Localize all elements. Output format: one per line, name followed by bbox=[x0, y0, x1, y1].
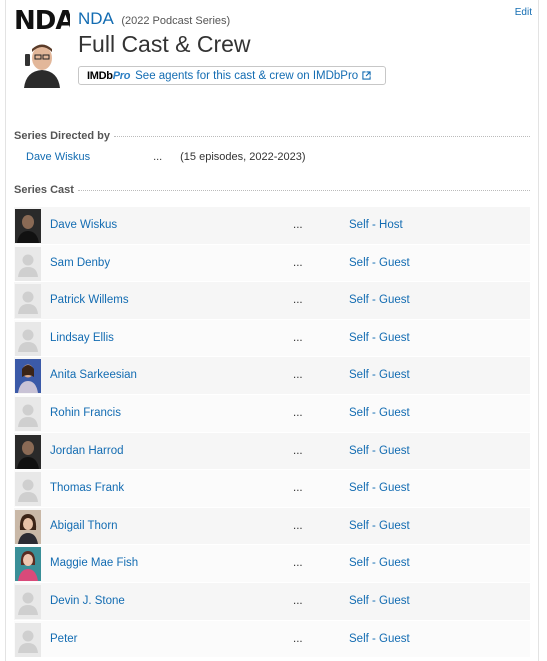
no-photo-avatar-icon[interactable] bbox=[15, 622, 41, 657]
header: NDA NDA (2022 Podcast Series) Full Cast … bbox=[14, 6, 534, 90]
cast-name-link[interactable]: Lindsay Ellis bbox=[50, 332, 114, 344]
director-name-link[interactable]: Dave Wiskus bbox=[26, 151, 150, 163]
imdbpro-link[interactable]: IMDbPro See agents for this cast & crew … bbox=[78, 66, 386, 85]
edit-link[interactable]: Edit bbox=[515, 7, 532, 18]
director-dots: ... bbox=[153, 151, 163, 163]
cast-name-link[interactable]: Devin J. Stone bbox=[50, 595, 125, 607]
cast-dots: ... bbox=[293, 594, 303, 607]
cast-row: Patrick Willems... Self - Guest bbox=[14, 282, 530, 320]
cast-character-link[interactable]: Self - Guest bbox=[349, 633, 410, 645]
poster-logo: NDA bbox=[14, 6, 70, 36]
no-photo-avatar-icon[interactable] bbox=[15, 472, 41, 507]
no-photo-avatar-icon[interactable] bbox=[15, 584, 41, 619]
cast-character-link[interactable]: Self - Guest bbox=[349, 520, 410, 532]
cast-dots: ... bbox=[293, 519, 303, 532]
poster-person-image bbox=[24, 44, 60, 88]
cast-headshot[interactable] bbox=[15, 209, 41, 243]
cast-name-link[interactable]: Abigail Thorn bbox=[50, 520, 118, 532]
cast-table: Dave Wiskus... Self - Host Sam Denby... Sel… bbox=[14, 207, 530, 659]
cast-name-link[interactable]: Maggie Mae Fish bbox=[50, 557, 138, 569]
no-photo-avatar-icon[interactable] bbox=[15, 321, 41, 356]
cast-name-link[interactable]: Sam Denby bbox=[50, 257, 110, 269]
cast-dots: ... bbox=[293, 406, 303, 419]
cast-dots: ... bbox=[293, 219, 303, 231]
cast-character-link[interactable]: Self - Guest bbox=[349, 332, 410, 344]
cast-headshot[interactable] bbox=[15, 434, 41, 469]
cast-row: Abigail Thorn... Self - Guest bbox=[14, 507, 530, 546]
cast-headshot[interactable] bbox=[15, 509, 41, 544]
title-row: NDA (2022 Podcast Series) bbox=[78, 9, 230, 29]
directed-by-heading: Series Directed by bbox=[14, 130, 530, 142]
cast-name-link[interactable]: Patrick Willems bbox=[50, 294, 129, 306]
cast-headshot[interactable] bbox=[15, 359, 41, 394]
cast-row: Peter... Self - Guest bbox=[14, 620, 530, 659]
cast-name-link[interactable]: Thomas Frank bbox=[50, 482, 124, 494]
cast-row: Anita Sarkeesian... Self - Guest bbox=[14, 357, 530, 395]
imdbpro-logo: IMDbPro bbox=[87, 69, 131, 82]
cast-character-link[interactable]: Self - Guest bbox=[349, 445, 410, 457]
series-poster[interactable]: NDA bbox=[14, 6, 70, 88]
cast-character-link[interactable]: Self - Guest bbox=[349, 557, 410, 569]
cast-dots: ... bbox=[293, 331, 303, 344]
cast-name-link[interactable]: Dave Wiskus bbox=[50, 219, 117, 231]
cast-character-link[interactable]: Self - Guest bbox=[349, 257, 410, 269]
cast-row: Jordan Harrod... Self - Guest bbox=[14, 432, 530, 471]
director-row: Dave Wiskus ... (15 episodes, 2022-2023) bbox=[26, 151, 306, 163]
series-title-link[interactable]: NDA bbox=[78, 9, 114, 28]
imdbpro-link-text: See agents for this cast & crew on IMDbP… bbox=[135, 69, 359, 82]
cast-row: Thomas Frank... Self - Guest bbox=[14, 470, 530, 508]
no-photo-avatar-icon[interactable] bbox=[15, 396, 41, 431]
external-link-icon bbox=[362, 71, 371, 80]
series-cast-heading: Series Cast bbox=[14, 184, 530, 196]
cast-name-link[interactable]: Anita Sarkeesian bbox=[50, 369, 137, 381]
cast-row: Devin J. Stone... Self - Guest bbox=[14, 582, 530, 621]
cast-character-link[interactable]: Self - Guest bbox=[349, 294, 410, 306]
cast-dots: ... bbox=[293, 256, 303, 269]
cast-row: Maggie Mae Fish... Self - Guest bbox=[14, 545, 530, 583]
cast-dots: ... bbox=[293, 294, 303, 307]
cast-dots: ... bbox=[293, 632, 303, 645]
cast-character-link[interactable]: Self - Guest bbox=[349, 369, 410, 381]
cast-character-link[interactable]: Self - Host bbox=[349, 219, 403, 231]
cast-row: Rohin Francis... Self - Guest bbox=[14, 394, 530, 433]
director-credit: (15 episodes, 2022-2023) bbox=[180, 151, 306, 163]
cast-character-link[interactable]: Self - Guest bbox=[349, 595, 410, 607]
cast-dots: ... bbox=[293, 557, 303, 570]
cast-character-link[interactable]: Self - Guest bbox=[349, 407, 410, 419]
no-photo-avatar-icon[interactable] bbox=[15, 246, 41, 281]
cast-character-link[interactable]: Self - Guest bbox=[349, 482, 410, 494]
cast-dots: ... bbox=[293, 444, 303, 457]
no-photo-avatar-icon[interactable] bbox=[15, 284, 41, 319]
cast-name-link[interactable]: Rohin Francis bbox=[50, 407, 121, 419]
series-meta: (2022 Podcast Series) bbox=[121, 15, 231, 27]
cast-row: Lindsay Ellis... Self - Guest bbox=[14, 319, 530, 358]
cast-row: Sam Denby... Self - Guest bbox=[14, 244, 530, 283]
cast-name-link[interactable]: Jordan Harrod bbox=[50, 445, 124, 457]
page-title: Full Cast & Crew bbox=[78, 31, 251, 57]
cast-dots: ... bbox=[293, 482, 303, 495]
cast-name-link[interactable]: Peter bbox=[50, 633, 78, 645]
cast-row: Dave Wiskus... Self - Host bbox=[14, 207, 530, 245]
cast-headshot[interactable] bbox=[15, 547, 41, 582]
cast-dots: ... bbox=[293, 369, 303, 382]
